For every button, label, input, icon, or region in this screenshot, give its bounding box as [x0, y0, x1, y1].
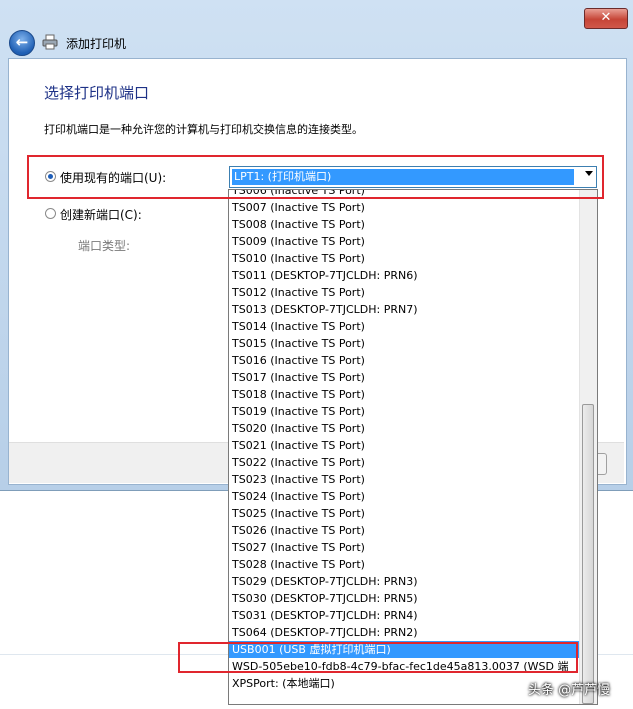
back-arrow-icon: ←: [15, 33, 29, 51]
printer-icon: [42, 34, 58, 50]
annotation-highlight-usb-port: [178, 642, 578, 673]
port-option[interactable]: TS026 (Inactive TS Port): [229, 522, 582, 539]
close-button[interactable]: ✕: [584, 8, 628, 29]
port-option[interactable]: TS020 (Inactive TS Port): [229, 420, 582, 437]
port-option[interactable]: TS013 (DESKTOP-7TJCLDH: PRN7): [229, 301, 582, 318]
port-options: TS006 (Inactive TS Port) TS007 (Inactive …: [229, 190, 582, 692]
dropdown-scrollbar[interactable]: [579, 190, 597, 704]
port-option[interactable]: TS010 (Inactive TS Port): [229, 250, 582, 267]
port-option[interactable]: TS015 (Inactive TS Port): [229, 335, 582, 352]
new-port-label[interactable]: 创建新端口(C):: [60, 206, 142, 223]
annotation-highlight-existing-port: [27, 155, 604, 199]
port-option[interactable]: TS025 (Inactive TS Port): [229, 505, 582, 522]
port-option[interactable]: TS027 (Inactive TS Port): [229, 539, 582, 556]
port-option[interactable]: TS023 (Inactive TS Port): [229, 471, 582, 488]
port-option[interactable]: TS017 (Inactive TS Port): [229, 369, 582, 386]
port-option[interactable]: TS007 (Inactive TS Port): [229, 199, 582, 216]
port-option[interactable]: TS019 (Inactive TS Port): [229, 403, 582, 420]
port-option[interactable]: TS030 (DESKTOP-7TJCLDH: PRN5): [229, 590, 582, 607]
page-title: 选择打印机端口: [44, 84, 150, 102]
port-type-label: 端口类型:: [78, 239, 131, 253]
port-option[interactable]: TS028 (Inactive TS Port): [229, 556, 582, 573]
next-button[interactable]: [598, 453, 607, 475]
page-description: 打印机端口是一种允许您的计算机与打印机交换信息的连接类型。: [44, 123, 363, 136]
scrollbar-thumb[interactable]: [582, 404, 594, 704]
port-option[interactable]: TS014 (Inactive TS Port): [229, 318, 582, 335]
port-option[interactable]: TS064 (DESKTOP-7TJCLDH: PRN2): [229, 624, 582, 641]
port-dropdown-list[interactable]: TS006 (Inactive TS Port) TS007 (Inactive …: [228, 189, 598, 705]
new-port-radio[interactable]: [45, 208, 56, 219]
port-option[interactable]: TS031 (DESKTOP-7TJCLDH: PRN4): [229, 607, 582, 624]
port-option[interactable]: TS009 (Inactive TS Port): [229, 233, 582, 250]
back-button[interactable]: ←: [9, 30, 35, 56]
port-option[interactable]: TS018 (Inactive TS Port): [229, 386, 582, 403]
port-option[interactable]: TS029 (DESKTOP-7TJCLDH: PRN3): [229, 573, 582, 590]
port-option[interactable]: TS022 (Inactive TS Port): [229, 454, 582, 471]
port-option[interactable]: TS011 (DESKTOP-7TJCLDH: PRN6): [229, 267, 582, 284]
port-option[interactable]: TS008 (Inactive TS Port): [229, 216, 582, 233]
close-icon: ✕: [600, 10, 612, 25]
port-option[interactable]: TS012 (Inactive TS Port): [229, 284, 582, 301]
port-option[interactable]: TS024 (Inactive TS Port): [229, 488, 582, 505]
port-option[interactable]: TS021 (Inactive TS Port): [229, 437, 582, 454]
window-title: 添加打印机: [66, 37, 127, 51]
port-option[interactable]: TS016 (Inactive TS Port): [229, 352, 582, 369]
watermark: 头条 @芦芦慢: [528, 683, 611, 698]
